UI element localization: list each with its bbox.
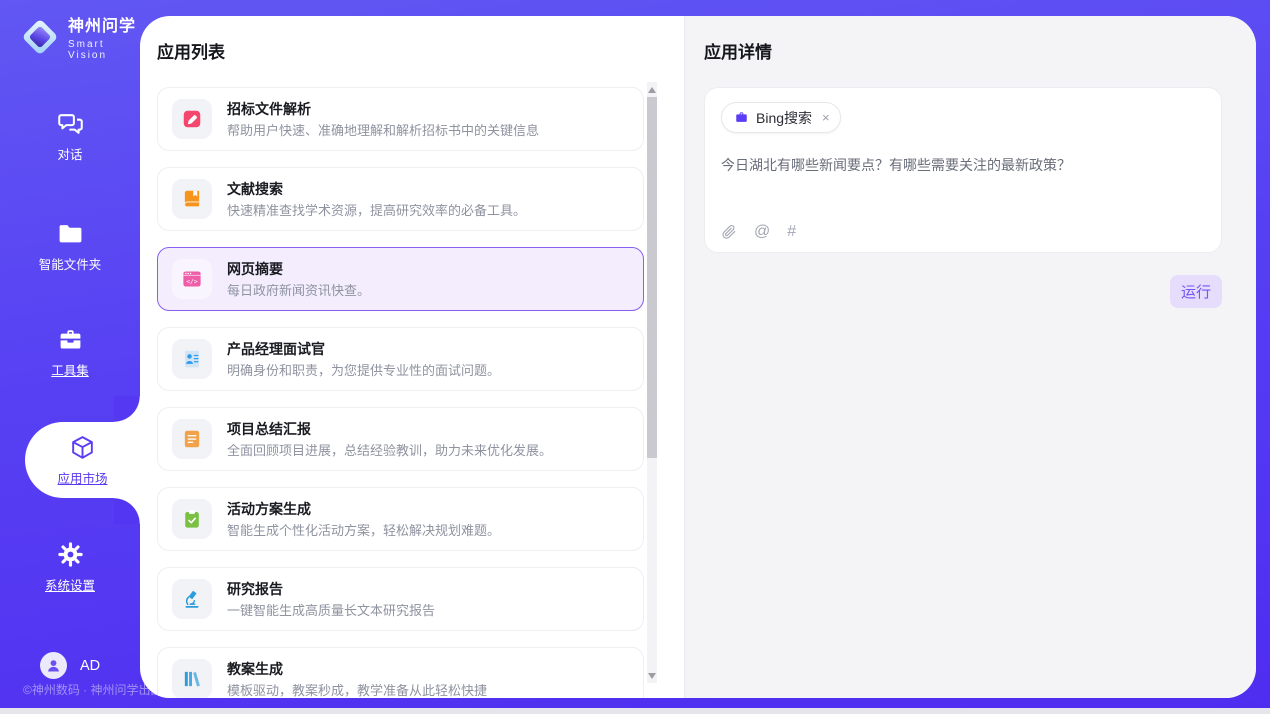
toolbox-icon <box>57 326 84 353</box>
gear-icon <box>57 541 84 568</box>
sidebar-item-label: 智能文件夹 <box>39 254 102 273</box>
scrollbar-track[interactable] <box>647 82 657 683</box>
page: 神州问学 Smart Vision 对话智能文件夹工具集应用市场系统设置 AD … <box>0 0 1270 714</box>
app-list-panel: 应用列表 招标文件解析帮助用户快速、准确地理解和解析招标书中的关键信息文献搜索快… <box>140 16 684 698</box>
sidebar-item-label: 应用市场 <box>57 468 107 487</box>
sidebar-item-smart-folder[interactable]: 智能文件夹 <box>0 222 140 270</box>
sidebar-item-label: 系统设置 <box>45 575 95 594</box>
scroll-down-button[interactable] <box>647 669 657 682</box>
sidebar-item-label: 对话 <box>57 144 82 163</box>
app-window: 神州问学 Smart Vision 对话智能文件夹工具集应用市场系统设置 AD … <box>0 0 1270 708</box>
user-account[interactable]: AD <box>40 652 100 679</box>
app-card[interactable]: 研究报告一键智能生成高质量长文本研究报告 <box>157 567 644 631</box>
sidebar-item-toolset[interactable]: 工具集 <box>0 328 140 376</box>
scrollbar-thumb[interactable] <box>647 97 657 458</box>
app-card[interactable]: 活动方案生成智能生成个性化活动方案，轻松解决规划难题。 <box>157 487 644 551</box>
app-detail-title: 应用详情 <box>704 38 1222 63</box>
logo-title: 神州问学 <box>68 12 140 36</box>
chat-icon <box>57 110 84 137</box>
app-card[interactable]: 项目总结汇报全面回顾项目进展，总结经验教训，助力未来优化发展。 <box>157 407 644 471</box>
clipboard-check-icon <box>172 499 212 539</box>
app-card-description: 全面回顾项目进展，总结经验教训，助力未来优化发展。 <box>227 444 552 457</box>
app-card-title: 项目总结汇报 <box>227 422 552 436</box>
app-card-title: 文献搜索 <box>227 182 526 196</box>
plugin-tag-bing-search[interactable]: Bing搜索 × <box>721 102 841 133</box>
avatar <box>40 652 67 679</box>
app-card-description: 一键智能生成高质量长文本研究报告 <box>227 604 435 617</box>
sidebar-item-label: 工具集 <box>51 360 89 379</box>
app-card-description: 快速精准查找学术资源，提高研究效率的必备工具。 <box>227 204 526 217</box>
cube-icon <box>69 434 96 461</box>
app-card-description: 明确身份和职责，为您提供专业性的面试问题。 <box>227 364 500 377</box>
interviewer-icon <box>172 339 212 379</box>
composer-card: Bing搜索 × 今日湖北有哪些新闻要点？有哪些需要关注的最新政策？ @# <box>704 87 1222 253</box>
app-list-title: 应用列表 <box>157 38 684 63</box>
browser-code-icon: </> <box>172 259 212 299</box>
app-card-title: 研究报告 <box>227 582 435 596</box>
plugin-tag-label: Bing搜索 <box>756 108 812 128</box>
app-card[interactable]: 教案生成模板驱动，教案秒成，教学准备从此轻松快捷 <box>157 647 644 698</box>
report-icon <box>172 419 212 459</box>
hash-icon[interactable]: # <box>787 224 796 240</box>
scroll-up-button[interactable] <box>647 83 657 96</box>
app-card-description: 模板驱动，教案秒成，教学准备从此轻松快捷 <box>227 684 487 697</box>
sidebar-item-settings[interactable]: 系统设置 <box>0 543 140 591</box>
document-edit-icon <box>172 99 212 139</box>
app-card-description: 智能生成个性化活动方案，轻松解决规划难题。 <box>227 524 500 537</box>
app-card-title: 产品经理面试官 <box>227 342 500 356</box>
sidebar: 神州问学 Smart Vision 对话智能文件夹工具集应用市场系统设置 AD … <box>0 0 140 708</box>
sidebar-nav: 对话智能文件夹工具集应用市场系统设置 <box>0 112 140 591</box>
books-icon <box>172 659 212 698</box>
app-card[interactable]: </> 网页摘要每日政府新闻资讯快查。 <box>157 247 644 311</box>
app-card-description: 帮助用户快速、准确地理解和解析招标书中的关键信息 <box>227 124 539 137</box>
app-card-list: 招标文件解析帮助用户快速、准确地理解和解析招标书中的关键信息文献搜索快速精准查找… <box>157 87 644 698</box>
close-icon[interactable]: × <box>822 111 830 124</box>
app-card[interactable]: 招标文件解析帮助用户快速、准确地理解和解析招标书中的关键信息 <box>157 87 644 151</box>
prompt-text[interactable]: 今日湖北有哪些新闻要点？有哪些需要关注的最新政策？ <box>721 155 1205 224</box>
logo-subtitle: Smart Vision <box>68 39 140 61</box>
content-panel: 应用列表 招标文件解析帮助用户快速、准确地理解和解析招标书中的关键信息文献搜索快… <box>140 16 1256 698</box>
microscope-icon <box>172 579 212 619</box>
run-button[interactable]: 运行 <box>1170 275 1222 308</box>
app-card-title: 网页摘要 <box>227 262 370 276</box>
app-card[interactable]: 产品经理面试官明确身份和职责，为您提供专业性的面试问题。 <box>157 327 644 391</box>
svg-text:</>: </> <box>186 277 198 285</box>
app-card-description: 每日政府新闻资讯快查。 <box>227 284 370 297</box>
sidebar-item-app-market[interactable]: 应用市场 <box>25 422 140 498</box>
diamond-logo-icon <box>20 17 60 57</box>
app-logo: 神州问学 Smart Vision <box>20 12 140 61</box>
briefcase-icon <box>734 110 749 125</box>
folder-icon <box>57 220 84 247</box>
app-detail-panel: 应用详情 Bing搜索 × 今日湖北有哪些新闻要点？有哪些需要关注的最新政策？ … <box>684 16 1256 698</box>
app-card[interactable]: 文献搜索快速精准查找学术资源，提高研究效率的必备工具。 <box>157 167 644 231</box>
app-card-title: 活动方案生成 <box>227 502 500 516</box>
composer-toolbar: @# <box>721 224 1205 240</box>
sidebar-item-chat[interactable]: 对话 <box>0 112 140 160</box>
at-icon[interactable]: @ <box>754 224 770 240</box>
book-icon <box>172 179 212 219</box>
paperclip-icon[interactable] <box>721 224 737 240</box>
app-card-title: 教案生成 <box>227 662 487 676</box>
app-card-title: 招标文件解析 <box>227 102 539 116</box>
user-name: AD <box>80 658 100 674</box>
